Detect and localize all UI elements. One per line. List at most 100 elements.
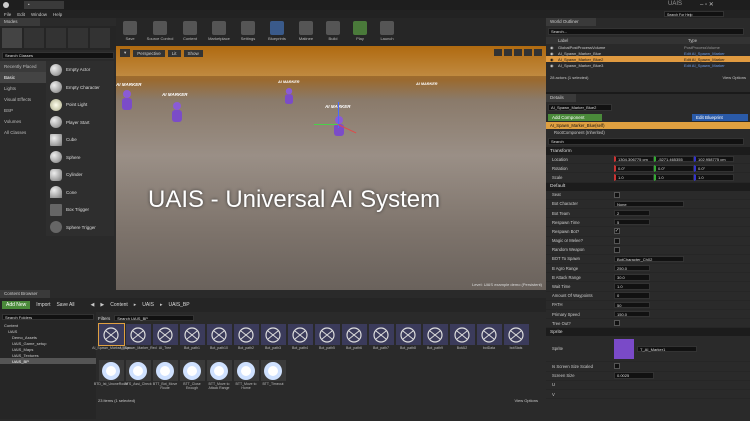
screen-size-scaled-checkbox[interactable]	[614, 363, 620, 370]
import-button[interactable]: Import	[36, 302, 50, 308]
property-input[interactable]: 30.0	[614, 274, 650, 281]
eye-icon[interactable]: ◉	[550, 51, 558, 56]
category-bsp[interactable]: BSP	[0, 105, 46, 116]
content-browser-tab[interactable]: Content Browser	[0, 290, 50, 298]
root-component-row[interactable]: RootComponent (Inherited)	[546, 129, 750, 136]
menu-edit[interactable]: Edit	[17, 12, 25, 17]
property-checkbox[interactable]	[614, 320, 620, 327]
actor-name-input[interactable]: AI_Spawn_Marker_Blue2	[548, 104, 612, 111]
outliner-row-type[interactable]: Edit AI_Spawn_Marker	[684, 57, 725, 62]
property-input[interactable]: 0	[614, 292, 650, 299]
asset-tile[interactable]: AI_Spawn_Marker_Blue	[92, 323, 130, 358]
nav-forward-icon[interactable]: ▶	[100, 302, 104, 308]
search-classes-input[interactable]: Search Classes	[2, 52, 114, 59]
property-checkbox[interactable]	[614, 246, 620, 253]
lit-button[interactable]: Lit	[167, 49, 181, 57]
menu-window[interactable]: Window	[31, 12, 47, 17]
property-input[interactable]: 150.0	[614, 310, 650, 318]
translate-icon[interactable]	[494, 49, 502, 56]
asset-tile[interactable]: BTT_Move to Home	[233, 360, 259, 394]
asset-tile[interactable]: Bot_path8	[395, 324, 421, 358]
world-outliner-tab[interactable]: World Outliner	[546, 18, 596, 26]
location-y-input[interactable]: -5271.465355	[654, 155, 694, 163]
asset-tile[interactable]: BTS_Assi_Check	[124, 360, 152, 394]
default-section[interactable]: Default	[546, 182, 750, 191]
outliner-col-label[interactable]: Label	[558, 38, 688, 43]
rotate-icon[interactable]	[504, 49, 512, 56]
content-browser-view-options[interactable]: View Options	[515, 398, 539, 403]
asset-tile[interactable]: BTT_Move to Attack Range	[206, 360, 232, 394]
asset-tile[interactable]: Bot_path1	[179, 324, 205, 358]
asset-tile[interactable]: BTT_Bot_Move Route	[152, 360, 178, 394]
property-input[interactable]: 5	[614, 218, 650, 226]
details-search-input[interactable]: Search	[548, 138, 744, 145]
perspective-button[interactable]: Perspective	[133, 49, 165, 57]
category-lights[interactable]: Lights	[0, 83, 46, 94]
tree-item-uais-bp[interactable]: UAIS_BP	[0, 358, 96, 364]
scale-y-input[interactable]: 1.0	[654, 174, 694, 181]
place-item[interactable]: Empty Character	[46, 79, 114, 97]
camera-speed-icon[interactable]	[534, 49, 542, 56]
place-mode-icon[interactable]	[2, 28, 22, 48]
property-select[interactable]: BotCharacter_Ch02	[614, 255, 684, 263]
property-checkbox[interactable]	[614, 191, 620, 198]
asset-tile[interactable]: Bot_path7	[368, 324, 394, 358]
location-x-input[interactable]: 1304.306775 cm	[614, 155, 654, 163]
asset-tile[interactable]: AI_Spawn_Marker_Red	[119, 324, 157, 358]
asset-tile[interactable]: botStats	[503, 324, 529, 358]
asset-tile[interactable]: Bot_path2	[233, 324, 259, 358]
ai-marker-actor[interactable]	[122, 90, 132, 110]
outliner-row[interactable]: ◉ GlobalPostProcessVolume PostProcessVolum…	[546, 44, 750, 50]
search-folders-input[interactable]: Search Folders	[2, 314, 94, 320]
sprite-thumbnail[interactable]	[614, 338, 634, 359]
property-checkbox[interactable]	[614, 237, 620, 244]
asset-tile[interactable]: AI_Tree	[152, 324, 178, 358]
asset-tile[interactable]: Bot_path5	[314, 324, 340, 358]
place-item[interactable]: Sphere Trigger	[46, 219, 114, 237]
breadcrumb-uais-bp[interactable]: UAIS_BP	[168, 302, 189, 308]
property-input[interactable]: 1.0	[614, 283, 650, 290]
outliner-row[interactable]: ◉ AI_Spawn_Marker_Blue3 Edit AI_Spawn_Mark…	[546, 62, 750, 68]
ai-marker-actor[interactable]	[285, 88, 293, 104]
rotation-x-input[interactable]: 0.0°	[614, 165, 654, 172]
window-controls[interactable]: – ▫ ✕	[700, 1, 714, 8]
outliner-row-type[interactable]: Edit AI_Spawn_Marker	[684, 63, 725, 68]
breadcrumb-uais[interactable]: UAIS	[142, 302, 154, 308]
asset-tile[interactable]: Bot_path6	[341, 324, 367, 358]
sprite-section[interactable]: Sprite	[546, 328, 750, 337]
outliner-view-options[interactable]: View Options	[723, 75, 747, 80]
show-button[interactable]: Show	[183, 49, 203, 57]
outliner-row-selected[interactable]: ◉ AI_Spawn_Marker_Blue2 Edit AI_Spawn_Mark…	[546, 56, 750, 62]
category-visual-effects[interactable]: Visual Effects	[0, 94, 46, 105]
asset-tile[interactable]: BTT_Timeout	[260, 360, 286, 394]
category-volumes[interactable]: Volumes	[0, 116, 46, 127]
breadcrumb-content[interactable]: Content	[110, 302, 128, 308]
add-component-button[interactable]: Add Component	[548, 114, 602, 121]
add-new-button[interactable]: Add New	[2, 301, 31, 309]
screen-size-input[interactable]: 0.0025	[614, 372, 654, 379]
place-item[interactable]: Cone	[46, 184, 114, 202]
outliner-search-input[interactable]: Search...	[548, 28, 744, 35]
gizmo-y-axis[interactable]	[314, 124, 338, 125]
geometry-mode-icon[interactable]	[90, 28, 110, 48]
component-self-row[interactable]: AI_Spawn_Marker_Blue(self)	[546, 122, 750, 129]
eye-icon[interactable]: ◉	[550, 63, 558, 68]
eye-icon[interactable]: ◉	[550, 45, 558, 50]
place-item[interactable]: Empty Actor	[46, 61, 114, 79]
property-input[interactable]: 250.0	[614, 264, 650, 272]
category-recently-placed[interactable]: Recently Placed	[0, 61, 46, 72]
asset-tile[interactable]: Bot_path9	[422, 324, 448, 358]
details-tab[interactable]: Details	[546, 94, 576, 102]
property-input[interactable]: 2	[614, 209, 650, 217]
asset-tile[interactable]: Bot_path10	[206, 324, 232, 358]
location-z-input[interactable]: 102.958775 cm	[694, 155, 734, 163]
scale-icon[interactable]	[514, 49, 522, 56]
asset-tile[interactable]: BTT_Close Enough	[179, 360, 205, 394]
asset-tile[interactable]: Bot_path3	[260, 324, 286, 358]
scale-z-input[interactable]: 1.0	[694, 174, 734, 181]
foliage-mode-icon[interactable]	[68, 28, 88, 48]
level-tab[interactable]: •	[24, 1, 64, 9]
category-basic[interactable]: Basic	[0, 72, 46, 83]
eye-icon[interactable]: ◉	[550, 57, 558, 62]
asset-tile[interactable]: BotAI2	[449, 324, 475, 358]
